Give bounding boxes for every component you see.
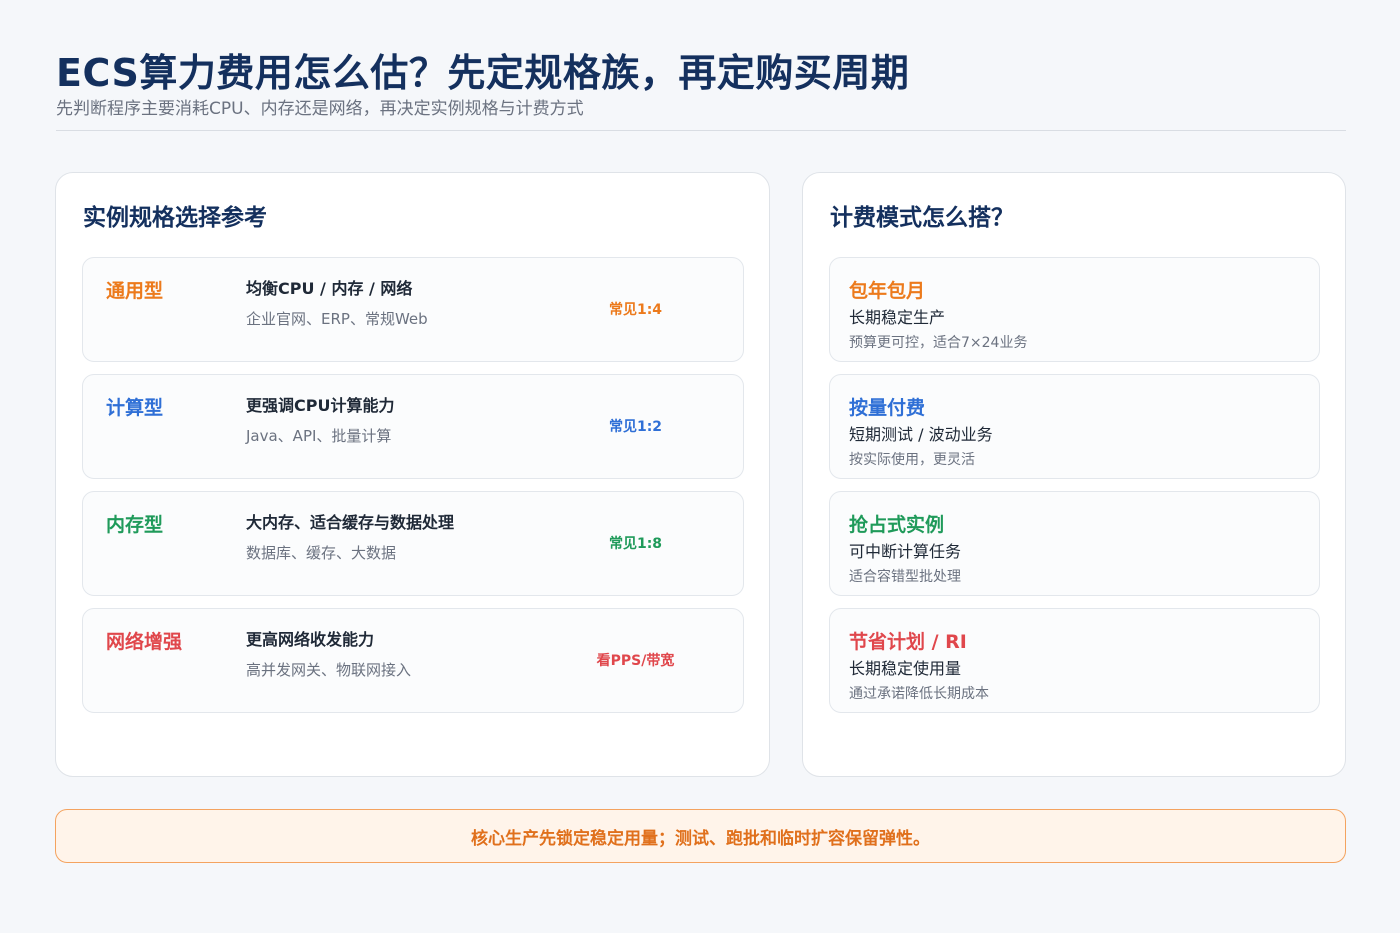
spec-card-ratio: 常见1:2 <box>608 419 663 435</box>
billing-card-note: 预算更可控，适合7×24业务 <box>849 335 1028 351</box>
summary-banner-text: 核心生产先锁定稳定用量；测试、跑批和临时扩容保留弹性。 <box>471 828 930 849</box>
header-divider <box>56 130 1346 131</box>
billing-card-scenario: 短期测试 / 波动业务 <box>849 425 993 444</box>
page-title: ECS算力费用怎么估？先定规格族，再定购买周期 <box>56 51 910 95</box>
billing-card-name: 包年包月 <box>849 280 926 302</box>
billing-card-savings-plan: 节省计划 / RI 长期稳定使用量 通过承诺降低长期成本 <box>829 608 1320 713</box>
billing-card-scenario: 长期稳定生产 <box>849 308 946 327</box>
spec-card-compute: 计算型 更强调CPU计算能力 Java、API、批量计算 常见1:2 <box>82 374 744 479</box>
spec-card-ratio: 常见1:8 <box>608 536 663 552</box>
spec-card-general: 通用型 均衡CPU / 内存 / 网络 企业官网、ERP、常规Web 常见1:4 <box>82 257 744 362</box>
page-header: ECS算力费用怎么估？先定规格族，再定购买周期 先判断程序主要消耗CPU、内存还… <box>56 50 1346 120</box>
spec-card-description: 大内存、适合缓存与数据处理 <box>246 513 455 532</box>
instance-spec-panel-title: 实例规格选择参考 <box>83 205 267 231</box>
spec-card-name: 内存型 <box>106 514 164 536</box>
billing-card-note: 通过承诺降低长期成本 <box>849 686 989 702</box>
spec-card-memory: 内存型 大内存、适合缓存与数据处理 数据库、缓存、大数据 常见1:8 <box>82 491 744 596</box>
billing-card-name: 节省计划 / RI <box>849 631 967 653</box>
spec-card-name: 网络增强 <box>106 631 183 653</box>
billing-mode-panel-title: 计费模式怎么搭？ <box>830 205 1014 231</box>
spec-card-use-cases: Java、API、批量计算 <box>246 427 392 445</box>
spec-card-use-cases: 高并发网关、物联网接入 <box>246 661 412 679</box>
billing-card-spot: 抢占式实例 可中断计算任务 适合容错型批处理 <box>829 491 1320 596</box>
spec-card-description: 更强调CPU计算能力 <box>246 396 395 415</box>
spec-card-network: 网络增强 更高网络收发能力 高并发网关、物联网接入 看PPS/带宽 <box>82 608 744 713</box>
page-subtitle: 先判断程序主要消耗CPU、内存还是网络，再决定实例规格与计费方式 <box>56 99 584 119</box>
billing-card-note: 按实际使用，更灵活 <box>849 452 975 468</box>
spec-card-name: 计算型 <box>106 397 164 419</box>
spec-card-use-cases: 企业官网、ERP、常规Web <box>246 310 428 328</box>
spec-card-ratio: 看PPS/带宽 <box>596 653 675 669</box>
spec-card-description: 更高网络收发能力 <box>246 630 375 649</box>
spec-card-use-cases: 数据库、缓存、大数据 <box>246 544 397 562</box>
spec-card-ratio: 常见1:4 <box>608 302 663 318</box>
summary-banner: 核心生产先锁定稳定用量；测试、跑批和临时扩容保留弹性。 <box>55 809 1346 863</box>
billing-card-name: 抢占式实例 <box>849 514 945 536</box>
instance-spec-panel: 实例规格选择参考 通用型 均衡CPU / 内存 / 网络 企业官网、ERP、常规… <box>55 172 770 777</box>
billing-card-pay-as-you-go: 按量付费 短期测试 / 波动业务 按实际使用，更灵活 <box>829 374 1320 479</box>
spec-card-name: 通用型 <box>106 280 164 302</box>
billing-card-scenario: 长期稳定使用量 <box>849 659 962 678</box>
billing-card-note: 适合容错型批处理 <box>849 569 961 585</box>
billing-card-name: 按量付费 <box>849 397 926 419</box>
billing-mode-panel: 计费模式怎么搭？ 包年包月 长期稳定生产 预算更可控，适合7×24业务 按量付费… <box>802 172 1346 777</box>
billing-card-scenario: 可中断计算任务 <box>849 542 962 561</box>
spec-card-description: 均衡CPU / 内存 / 网络 <box>246 279 413 298</box>
billing-card-subscription: 包年包月 长期稳定生产 预算更可控，适合7×24业务 <box>829 257 1320 362</box>
